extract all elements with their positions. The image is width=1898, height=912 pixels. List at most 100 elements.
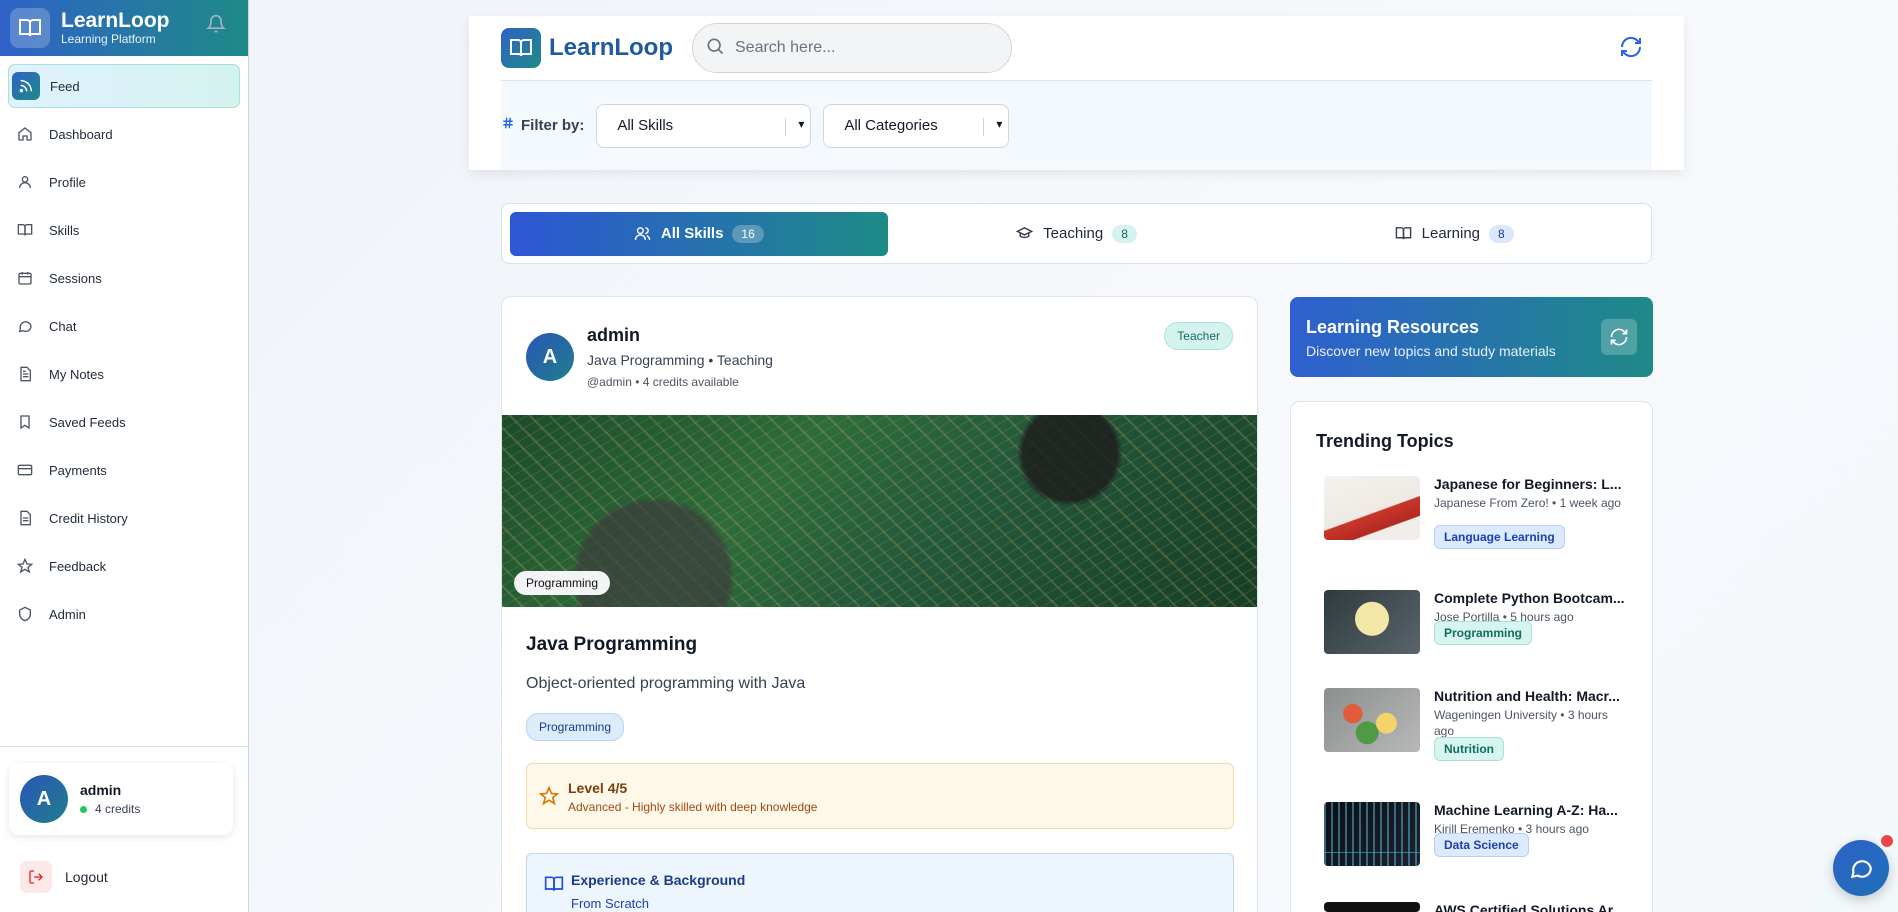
users-icon [634, 227, 651, 240]
tab-learning[interactable]: Learning 8 [1265, 212, 1643, 256]
tab-label: All Skills [660, 225, 724, 242]
topic-title: AWS Certified Solutions Ar... [1434, 902, 1625, 912]
online-status-dot [80, 805, 87, 813]
sidebar-divider [0, 746, 249, 747]
home-icon [11, 120, 39, 148]
sidebar-item-chat[interactable]: Chat [8, 304, 240, 348]
topic-thumbnail [1324, 688, 1420, 752]
sidebar-header: LearnLoop Learning Platform [0, 0, 248, 56]
sidebar-item-label: Feedback [49, 558, 107, 574]
book-logo-icon[interactable] [10, 8, 50, 48]
filter-label: Filter by: [521, 117, 585, 134]
role-badge: Teacher [1164, 322, 1233, 350]
sidebar-item-label: Dashboard [49, 126, 113, 142]
chevron-down-icon: ▾ [798, 116, 805, 131]
sidebar-tagline: Learning Platform [61, 31, 156, 46]
book-icon [544, 874, 564, 899]
level-title: Level 4/5 [568, 780, 628, 796]
sidebar-item-my-notes[interactable]: My Notes [8, 352, 240, 396]
search-icon [705, 36, 725, 61]
skill-filter-value: All Skills [617, 117, 674, 134]
sidebar-item-dashboard[interactable]: Dashboard [8, 112, 240, 156]
avatar[interactable]: A [526, 333, 574, 381]
sidebar-user-card[interactable]: A admin 4 credits [9, 763, 233, 835]
header-logo[interactable]: LearnLoop [501, 28, 673, 68]
star-icon [538, 785, 560, 811]
topic-tag[interactable]: Nutrition [1434, 737, 1504, 761]
sidebar-item-feed[interactable]: Feed [8, 64, 240, 108]
hash-icon [501, 116, 515, 135]
topic-thumbnail [1324, 902, 1420, 912]
level-box: Level 4/5 Advanced - Highly skilled with… [526, 763, 1234, 829]
notes-icon [11, 360, 39, 388]
topic-meta: Japanese From Zero! • 1 week ago [1434, 496, 1621, 510]
user-credits: 4 credits [95, 802, 141, 816]
category-filter-select[interactable]: All Categories ▾ [823, 103, 1010, 148]
avatar: A [20, 775, 68, 823]
bell-icon[interactable] [205, 14, 227, 39]
tab-label: Teaching [1043, 225, 1104, 242]
floating-chat-button[interactable] [1833, 840, 1889, 896]
trending-topic-item[interactable]: Machine Learning A-Z: Ha... Kirill Ereme… [1324, 802, 1634, 872]
book-logo-icon [501, 28, 541, 68]
topic-meta: Wageningen University • 3 hours ago [1434, 708, 1608, 738]
trending-topic-item[interactable]: Nutrition and Health: Macr... Wageningen… [1324, 688, 1634, 768]
post-description: Object-oriented programming with Java [526, 675, 806, 692]
sidebar-item-label: Sessions [49, 270, 102, 286]
graduation-cap-icon [1016, 227, 1034, 239]
search-input[interactable] [735, 39, 985, 57]
rss-icon [12, 72, 40, 100]
resources-title: Learning Resources [1306, 317, 1480, 337]
topic-thumbnail [1324, 802, 1420, 866]
top-header: LearnLoop Filter by: All Skills ▾ All Ca… [469, 16, 1684, 170]
skill-filter-select[interactable]: All Skills ▾ [596, 103, 812, 148]
post-meta: @admin • 4 credits available [587, 375, 739, 389]
star-icon [11, 552, 39, 580]
tab-count: 8 [1489, 224, 1514, 243]
post-subtitle: Java Programming • Teaching [587, 352, 773, 368]
sidebar-item-feedback[interactable]: Feedback [8, 544, 240, 588]
sidebar: LearnLoop Learning Platform Feed Dashboa… [0, 0, 249, 912]
trending-topic-item[interactable]: AWS Certified Solutions Ar... [1324, 902, 1634, 912]
sidebar-item-skills[interactable]: Skills [8, 208, 240, 252]
sidebar-item-payments[interactable]: Payments [8, 448, 240, 492]
topic-tag[interactable]: Language Learning [1434, 525, 1565, 549]
topic-tag[interactable]: Data Science [1434, 833, 1529, 857]
header-brand: LearnLoop [549, 34, 673, 61]
sidebar-item-sessions[interactable]: Sessions [8, 256, 240, 300]
category-tag[interactable]: Programming [526, 713, 625, 741]
sidebar-item-label: Profile [49, 174, 86, 190]
feed-post-card[interactable]: A admin Java Programming • Teaching @adm… [501, 296, 1258, 912]
trending-topic-item[interactable]: Japanese for Beginners: L... Japanese Fr… [1324, 476, 1634, 556]
sidebar-item-label: Chat [49, 318, 77, 334]
level-description: Advanced - Highly skilled with deep know… [568, 800, 818, 814]
sidebar-item-saved-feeds[interactable]: Saved Feeds [8, 400, 240, 444]
book-icon [1395, 227, 1411, 240]
sidebar-item-label: Credit History [49, 510, 128, 526]
learning-resources-card[interactable]: Learning Resources Discover new topics a… [1290, 297, 1653, 377]
tab-teaching[interactable]: Teaching 8 [888, 212, 1266, 256]
sidebar-item-label: Feed [50, 78, 80, 94]
post-author[interactable]: admin [587, 325, 640, 346]
tab-label: Learning [1421, 225, 1481, 242]
calendar-icon [11, 264, 39, 292]
trending-topic-item[interactable]: Complete Python Bootcam... Jose Portilla… [1324, 590, 1634, 660]
trending-topics-card: Trending Topics Japanese for Beginners: … [1290, 401, 1653, 912]
refresh-icon[interactable] [1619, 35, 1643, 64]
bookmark-icon [11, 408, 39, 436]
chat-icon [1850, 860, 1872, 879]
post-image: Programming [502, 415, 1257, 607]
tab-all-skills[interactable]: All Skills 16 [510, 211, 888, 256]
refresh-resources-button[interactable] [1601, 319, 1637, 355]
sidebar-item-admin[interactable]: Admin [8, 592, 240, 636]
topic-thumbnail [1324, 476, 1420, 540]
experience-box: Experience & Background From Scratch [526, 853, 1234, 912]
sidebar-item-profile[interactable]: Profile [8, 160, 240, 204]
topic-tag[interactable]: Programming [1434, 621, 1533, 645]
topic-thumbnail [1324, 590, 1420, 654]
sidebar-item-label: Admin [49, 606, 86, 622]
sidebar-item-credit-history[interactable]: Credit History [8, 496, 240, 540]
category-filter-value: All Categories [844, 117, 938, 134]
logout-button[interactable]: Logout [20, 861, 108, 893]
search-bar[interactable] [692, 23, 1012, 73]
